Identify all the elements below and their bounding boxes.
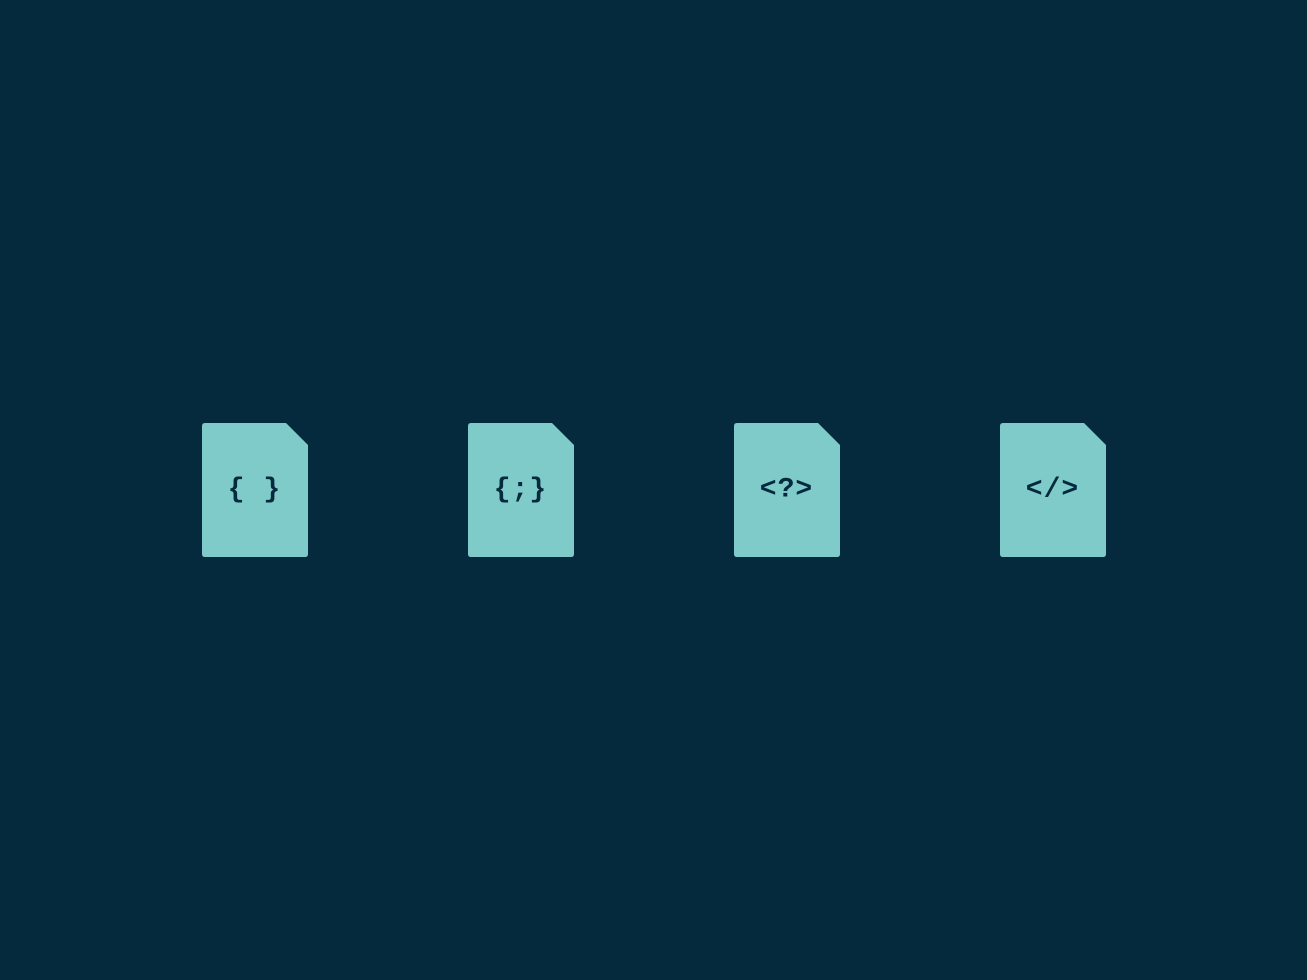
file-symbol: <?> xyxy=(760,475,813,506)
html-file-icon: </> xyxy=(1000,423,1106,557)
file-symbol: { } xyxy=(228,475,281,506)
file-symbol: {;} xyxy=(494,475,547,506)
file-symbol: </> xyxy=(1026,475,1079,506)
json-file-icon: { } xyxy=(202,423,308,557)
file-type-icon-row: { } {;} <?> </> xyxy=(202,423,1106,557)
php-file-icon: <?> xyxy=(734,423,840,557)
code-block-file-icon: {;} xyxy=(468,423,574,557)
